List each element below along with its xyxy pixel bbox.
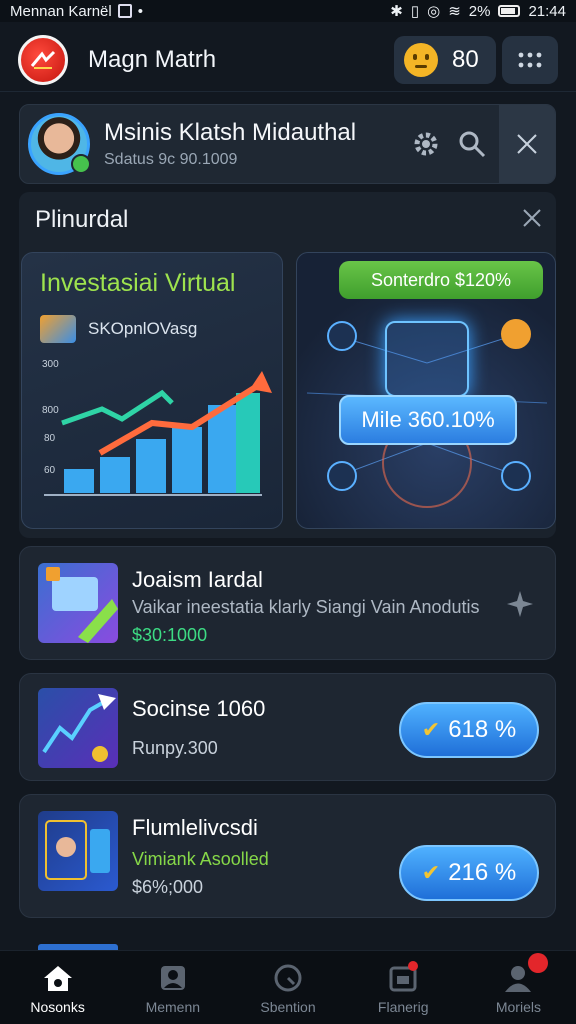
nav-label: Memenn [145, 999, 201, 1015]
home-icon [43, 963, 73, 993]
clock: 21:44 [528, 2, 566, 20]
nav-label: Flanerig [377, 999, 429, 1015]
section-title: Plinurdal [35, 206, 129, 233]
network-tile[interactable]: Sonterdro $120% Mile 360.10% [296, 252, 556, 529]
phone-icon [385, 321, 469, 397]
dot-icon: • [137, 2, 143, 20]
y-tick-label: 80 [44, 433, 56, 444]
heart-node-icon [501, 319, 531, 349]
nav-label: Moriels [495, 999, 541, 1015]
percent-button[interactable]: ✔ 618 % [399, 702, 539, 758]
notification-icon [117, 4, 132, 18]
nav-item-user[interactable]: Moriels [461, 951, 576, 1024]
card-meta: Runpy.300 [132, 738, 218, 758]
chat-node-icon [327, 461, 357, 491]
profile-icon [158, 963, 188, 993]
profile-name: Msinis Klatsh Midauthal [104, 119, 357, 146]
nav-item-home[interactable]: Nosonks [0, 951, 115, 1024]
percent-label: 618 % [448, 716, 517, 743]
alarm-icon: ◎ [427, 3, 441, 20]
list-item[interactable]: Socinse 1060 Runpy.300 ✔ 618 % [19, 673, 556, 781]
search-icon [459, 131, 486, 158]
neutral-face-icon [404, 42, 438, 77]
bottom-navigation: Nosonks Memenn Sbention Flanerig Moriels [0, 950, 576, 1024]
dots-grid-icon [518, 52, 542, 67]
score-value: 80 [452, 45, 479, 73]
card-title: Socinse 1060 [132, 696, 266, 721]
chart-tile-subtitle: SKOpnlOVasg [88, 319, 198, 338]
card-title: Flumlelivcsdi [132, 815, 258, 840]
close-icon [523, 209, 541, 227]
section-close-button[interactable] [518, 204, 546, 232]
percent-label: 216 % [448, 859, 517, 886]
avatar[interactable] [28, 113, 91, 175]
status-bar: Mennan Karnël • ✱ ▯ ◎ ≋ 2% 21:44 [0, 0, 576, 22]
settings-button[interactable] [403, 105, 449, 183]
nav-item-calendar[interactable]: Flanerig [346, 951, 461, 1024]
y-tick-label: 60 [44, 465, 56, 476]
menu-button[interactable] [502, 35, 558, 84]
profile-status: Sdatus 9c 90.1009 [104, 151, 238, 168]
nav-item-profile[interactable]: Memenn [115, 951, 230, 1024]
chart-tile-title: Investasiai Virtual [40, 269, 236, 297]
y-tick-label: 300 [42, 359, 59, 370]
battery-percent: 2% [468, 2, 491, 20]
search-icon [273, 963, 303, 993]
value-badge[interactable]: Mile 360.10% [339, 395, 517, 445]
check-icon: ✔ [421, 717, 441, 742]
percent-button[interactable]: ✔ 216 % [399, 845, 539, 901]
alert-badge [528, 953, 549, 973]
card-subtitle: Vimiank Asoolled [132, 849, 269, 869]
card-title: Joaism Iardal [132, 567, 263, 592]
card-thumbnail [38, 688, 118, 768]
card-price: $30:1000 [132, 625, 208, 645]
notification-badge [407, 961, 418, 971]
close-profile-button[interactable] [499, 105, 555, 183]
app-header: Magn Matrh 80 [0, 28, 576, 92]
nav-label: Nosonks [30, 999, 85, 1015]
savings-badge[interactable]: Sonterdro $120% [339, 261, 543, 299]
card-thumbnail [38, 811, 118, 891]
growth-chart-illustration: 300 800 80 60 [42, 359, 272, 496]
close-icon [517, 134, 537, 154]
list-item[interactable]: Flumlelivcsdi Vimiank Asoolled $6%;000 ✔… [19, 794, 556, 918]
battery-icon [498, 5, 521, 17]
share-button[interactable] [505, 589, 535, 624]
location-node-icon [501, 461, 531, 491]
coin-node-icon [327, 321, 357, 351]
check-icon: ✔ [421, 860, 441, 885]
document-icon [40, 315, 76, 343]
card-description: Vaikar ineestatia klarly Siangi Vain Ano… [132, 597, 480, 617]
nav-item-search[interactable]: Sbention [230, 951, 345, 1024]
list-item[interactable]: Joaism Iardal Vaikar ineestatia klarly S… [19, 546, 556, 660]
y-tick-label: 800 [42, 405, 59, 416]
card-thumbnail [38, 563, 118, 643]
card-meta: $6%;000 [132, 877, 204, 897]
bluetooth-icon: ✱ [390, 3, 403, 20]
vibrate-icon: ▯ [410, 3, 420, 20]
nav-label: Sbention [260, 999, 316, 1015]
sparkle-icon [507, 591, 533, 617]
verified-badge-icon [71, 154, 91, 174]
profile-card[interactable]: Msinis Klatsh Midauthal Sdatus 9c 90.100… [19, 104, 556, 184]
gear-icon [414, 132, 438, 156]
investment-chart-tile[interactable]: Investasiai Virtual SKOpnlOVasg 300 800 … [21, 252, 283, 529]
app-title: Magn Matrh [88, 45, 217, 73]
score-pill[interactable]: 80 [394, 35, 496, 84]
carrier-label: Mennan Karnël [10, 2, 112, 20]
featured-section: Plinurdal Investasiai Virtual SKOpnlOVas… [19, 192, 556, 538]
search-button[interactable] [449, 105, 495, 183]
wifi-icon: ≋ [448, 3, 461, 20]
brand-logo-icon[interactable] [18, 34, 68, 85]
